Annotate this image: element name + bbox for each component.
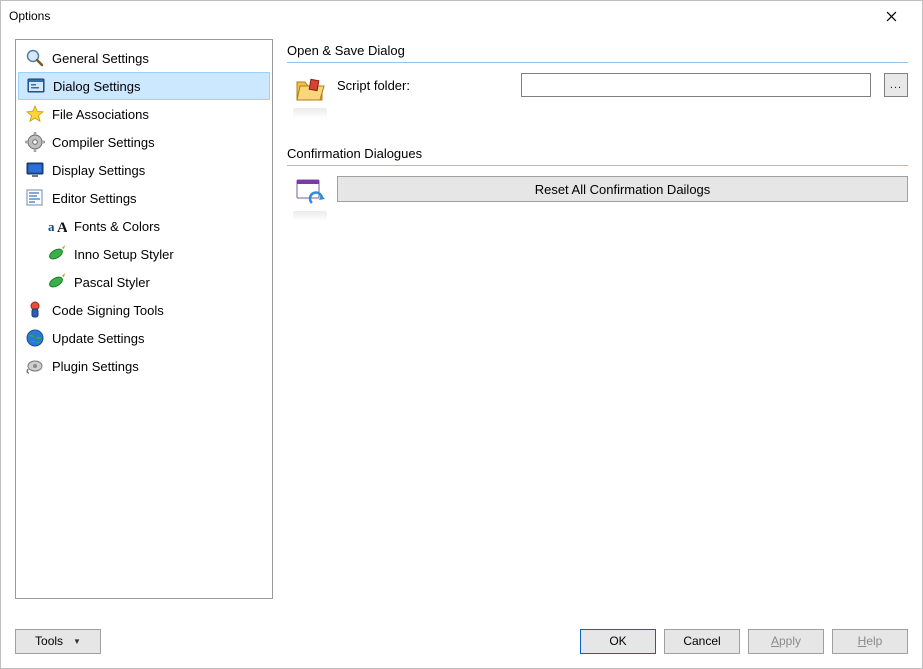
nav-item-inno-styler[interactable]: Inno Setup Styler [18,240,270,268]
cancel-button[interactable]: Cancel [664,629,740,654]
help-button-label: Help [858,634,883,648]
content-area: General Settings Dialog Settings [1,31,922,622]
star-icon [24,103,46,125]
browse-button[interactable]: ... [884,73,908,97]
nav-item-editor-settings[interactable]: Editor Settings [18,184,270,212]
nav-label: Compiler Settings [52,135,155,150]
svg-text:a: a [48,219,55,234]
nav-label: Inno Setup Styler [74,247,174,262]
tools-button[interactable]: Tools ▼ [15,629,101,654]
nav-label: Pascal Styler [74,275,150,290]
divider [287,62,908,63]
group-confirmation-body: Reset All Confirmation Dailogs [287,176,908,221]
close-icon [886,11,897,22]
script-folder-row: Script folder: ... [337,73,908,97]
nav-item-compiler-settings[interactable]: Compiler Settings [18,128,270,156]
plugin-icon [24,355,46,377]
svg-text:A: A [57,220,67,236]
icon-reflection [293,108,327,118]
nav-item-file-associations[interactable]: File Associations [18,100,270,128]
reset-row: Reset All Confirmation Dailogs [337,176,908,202]
magnifier-icon [24,47,46,69]
settings-nav-panel[interactable]: General Settings Dialog Settings [15,39,273,599]
window-title: Options [9,9,50,23]
ok-button-label: OK [609,634,626,648]
nav-item-pascal-styler[interactable]: Pascal Styler [18,268,270,296]
nav-item-fonts-colors[interactable]: a A Fonts & Colors [18,212,270,240]
nav-label: Plugin Settings [52,359,139,374]
cancel-button-label: Cancel [683,634,720,648]
reset-dialogs-icon [293,176,327,210]
settings-detail-pane: Open & Save Dialog Script folder: [287,39,908,622]
signer-icon [24,299,46,321]
nav-label: Editor Settings [52,191,137,206]
reset-confirmation-button[interactable]: Reset All Confirmation Dailogs [337,176,908,202]
nav-item-general-settings[interactable]: General Settings [18,44,270,72]
script-folder-input[interactable] [521,73,871,97]
pen-icon [46,271,68,293]
nav-label: General Settings [52,51,149,66]
group-icon-wrap [293,73,327,118]
group-open-save-title: Open & Save Dialog [287,43,908,58]
nav-item-plugin-settings[interactable]: Plugin Settings [18,352,270,380]
nav-item-code-signing[interactable]: Code Signing Tools [18,296,270,324]
apply-button[interactable]: Apply [748,629,824,654]
group-confirmation-title: Confirmation Dialogues [287,146,908,161]
ellipsis-icon: ... [890,79,902,91]
dropdown-caret-icon: ▼ [73,637,81,646]
nav-label: Display Settings [52,163,145,178]
nav-label: Update Settings [52,331,145,346]
close-button[interactable] [869,2,914,30]
gear-icon [24,131,46,153]
group-open-save-body: Script folder: ... [287,73,908,118]
nav-item-update-settings[interactable]: Update Settings [18,324,270,352]
ok-button[interactable]: OK [580,629,656,654]
nav-label: Dialog Settings [53,79,140,94]
divider [287,165,908,166]
group-icon-wrap [293,176,327,221]
pen-icon [46,243,68,265]
help-button[interactable]: Help [832,629,908,654]
reset-button-label: Reset All Confirmation Dailogs [535,182,711,197]
dialog-button-row: Tools ▼ OK Cancel Apply Help [1,622,922,668]
monitor-icon [24,159,46,181]
nav-label: Fonts & Colors [74,219,160,234]
titlebar: Options [1,1,922,31]
icon-reflection [293,211,327,221]
options-dialog: Options General Settings [0,0,923,669]
apply-button-label: Apply [771,634,801,648]
editor-icon [24,187,46,209]
globe-icon [24,327,46,349]
tools-button-label: Tools [35,634,63,648]
fonts-icon: a A [46,215,68,237]
nav-item-dialog-settings[interactable]: Dialog Settings [18,72,270,100]
folder-icon [293,73,327,107]
nav-item-display-settings[interactable]: Display Settings [18,156,270,184]
nav-label: Code Signing Tools [52,303,164,318]
dialog-icon [25,75,47,97]
script-folder-label: Script folder: [337,78,507,93]
nav-label: File Associations [52,107,149,122]
